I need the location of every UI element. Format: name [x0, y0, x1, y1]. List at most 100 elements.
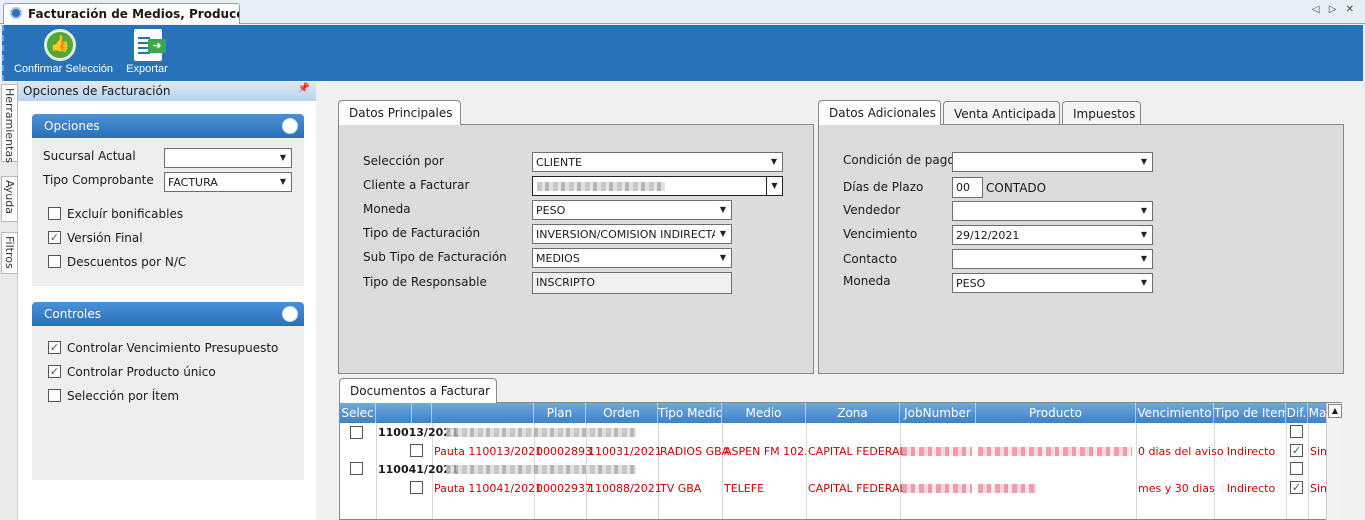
- sub-tipo-facturacion-label: Sub Tipo de Facturación: [363, 250, 507, 264]
- col-producto[interactable]: Producto: [976, 403, 1136, 423]
- sidetab-filtros[interactable]: Filtros: [1, 232, 18, 274]
- thumbs-up-icon: 👍: [44, 29, 76, 61]
- vendedor-select[interactable]: ▼: [952, 201, 1153, 221]
- controlar-producto-checkbox[interactable]: ✓: [48, 365, 61, 378]
- chevron-down-icon: ▼: [275, 149, 291, 167]
- sub-tipo-facturacion-select[interactable]: MEDIOS ▼: [532, 248, 732, 268]
- tipo-comprobante-label: Tipo Comprobante: [43, 173, 154, 187]
- grid-line: [722, 423, 723, 519]
- redacted-client: [537, 182, 665, 191]
- documents-grid: Selec Plan Orden Tipo Medio Medio Zona J…: [339, 402, 1342, 520]
- chevron-down-icon: ▼: [766, 177, 782, 195]
- opciones-group: Opciones Sucursal Actual ▼ Tipo Comproba…: [32, 114, 304, 286]
- vendedor-label: Vendedor: [843, 203, 901, 217]
- grid-scrollbar[interactable]: ▲: [1326, 403, 1342, 520]
- row-select-checkbox[interactable]: [410, 444, 423, 457]
- col-tipo-medio[interactable]: Tipo Medio: [658, 403, 722, 423]
- document-tab-title: Facturación de Medios, Producci...: [28, 7, 240, 21]
- tab-datos-adicionales[interactable]: Datos Adicionales: [818, 100, 941, 125]
- tipo-comprobante-select[interactable]: FACTURA ▼: [164, 172, 292, 192]
- col-medio[interactable]: Medio: [722, 403, 806, 423]
- descuentos-nc-checkbox[interactable]: [48, 255, 61, 268]
- tipo-responsable-label: Tipo de Responsable: [363, 275, 487, 289]
- condicion-pago-select[interactable]: ▼: [952, 152, 1153, 172]
- cell-tipo-medio: TV GBA: [660, 482, 702, 495]
- col-blank-2[interactable]: [412, 403, 432, 423]
- export-button[interactable]: ➜ Exportar: [114, 25, 180, 81]
- col-vencimiento[interactable]: Vencimiento: [1136, 403, 1214, 423]
- cell-medio: ASPEN FM 102.3: [724, 445, 806, 458]
- tab-documentos[interactable]: Documentos a Facturar: [339, 378, 497, 403]
- cell-pauta: Pauta 110013/2021: [434, 445, 543, 458]
- cell-pauta: Pauta 110041/2021: [434, 482, 543, 495]
- group-select-checkbox[interactable]: [350, 426, 363, 439]
- collapse-icon[interactable]: [282, 118, 298, 134]
- opciones-header[interactable]: Opciones: [32, 114, 304, 138]
- dif-checkbox[interactable]: [1290, 462, 1303, 475]
- col-plan[interactable]: Plan: [534, 403, 586, 423]
- cell-zona: CAPITAL FEDERAL: [808, 445, 906, 458]
- row-select-checkbox[interactable]: [410, 481, 423, 494]
- col-blank-1[interactable]: [376, 403, 412, 423]
- controlar-vencimiento-label: Controlar Vencimiento Presupuesto: [67, 341, 279, 355]
- redacted-client: [446, 465, 636, 474]
- seleccion-por-select[interactable]: CLIENTE ▼: [532, 152, 783, 172]
- condicion-pago-label: Condición de pago: [843, 153, 955, 167]
- col-tipo-item[interactable]: Tipo de Item: [1214, 403, 1286, 423]
- seleccion-item-checkbox[interactable]: [48, 389, 61, 402]
- grid-line: [1136, 423, 1137, 519]
- cell-tipo-item: Indirecto: [1226, 445, 1276, 458]
- redacted-jobnumber: [902, 484, 972, 493]
- col-blank-3[interactable]: [432, 403, 534, 423]
- tab-venta-anticipada[interactable]: Venta Anticipada: [943, 101, 1060, 125]
- dif-checkbox[interactable]: [1290, 425, 1303, 438]
- moneda-select[interactable]: PESO ▼: [532, 200, 732, 220]
- collapse-icon[interactable]: [282, 306, 298, 322]
- grid-line: [1286, 423, 1287, 519]
- side-tabs: Herramientas Ayuda Filtros: [0, 82, 18, 520]
- vencimiento-date[interactable]: 29/12/2021 ▼: [952, 225, 1153, 245]
- tab-datos-principales[interactable]: Datos Principales: [338, 100, 461, 125]
- controles-header[interactable]: Controles: [32, 302, 304, 326]
- scroll-up-icon[interactable]: ▲: [1328, 404, 1342, 418]
- sidetab-ayuda[interactable]: Ayuda: [1, 176, 18, 222]
- chevron-down-icon: ▼: [1136, 250, 1152, 268]
- export-label: Exportar: [126, 63, 168, 75]
- cliente-select[interactable]: ▼: [532, 176, 783, 196]
- controlar-vencimiento-checkbox[interactable]: ✓: [48, 341, 61, 354]
- chevron-down-icon: ▼: [1136, 202, 1152, 220]
- col-orden[interactable]: Orden: [586, 403, 658, 423]
- dias-plazo-input[interactable]: 00: [952, 177, 983, 198]
- cell-orden: 110088/2021: [588, 482, 662, 495]
- dif-checkbox[interactable]: ✓: [1290, 481, 1303, 494]
- col-dif[interactable]: Dif.: [1286, 403, 1308, 423]
- version-final-checkbox[interactable]: ✓: [48, 231, 61, 244]
- tab-impuestos[interactable]: Impuestos: [1062, 101, 1141, 125]
- pin-icon[interactable]: 📌: [298, 83, 310, 94]
- document-tab[interactable]: Facturación de Medios, Producci...: [3, 3, 240, 24]
- cell-tipo-medio: RADIOS GBA: [660, 445, 730, 458]
- tab-nav-arrows[interactable]: ◁ ▷ ✕: [1312, 4, 1357, 15]
- contacto-select[interactable]: ▼: [952, 249, 1153, 269]
- tipo-facturacion-label: Tipo de Facturación: [363, 226, 481, 240]
- dias-plazo-label: Días de Plazo: [843, 180, 924, 194]
- cliente-label: Cliente a Facturar: [363, 178, 470, 192]
- col-selec[interactable]: Selec: [340, 403, 376, 423]
- dif-checkbox[interactable]: ✓: [1290, 444, 1303, 457]
- moneda-adicional-select[interactable]: PESO ▼: [952, 273, 1153, 293]
- tipo-facturacion-select[interactable]: INVERSION/COMISION INDIRECTA ▼: [532, 224, 732, 244]
- col-zona[interactable]: Zona: [806, 403, 900, 423]
- vencimiento-label: Vencimiento: [843, 227, 918, 241]
- col-jobnumber[interactable]: JobNumber: [900, 403, 976, 423]
- panel-title: Opciones de Facturación: [18, 82, 316, 101]
- seleccion-por-label: Selección por: [363, 154, 444, 168]
- sucursal-select[interactable]: ▼: [164, 148, 292, 168]
- excluir-bonificables-checkbox[interactable]: [48, 207, 61, 220]
- group-select-checkbox[interactable]: [350, 462, 363, 475]
- grid-line: [806, 423, 807, 519]
- sidetab-herramientas[interactable]: Herramientas: [1, 84, 18, 163]
- confirm-selection-button[interactable]: 👍 Confirmar Selección: [14, 25, 114, 81]
- col-ma[interactable]: Ma: [1308, 403, 1328, 423]
- confirm-selection-label: Confirmar Selección: [14, 63, 114, 75]
- chevron-down-icon: ▼: [1136, 226, 1152, 244]
